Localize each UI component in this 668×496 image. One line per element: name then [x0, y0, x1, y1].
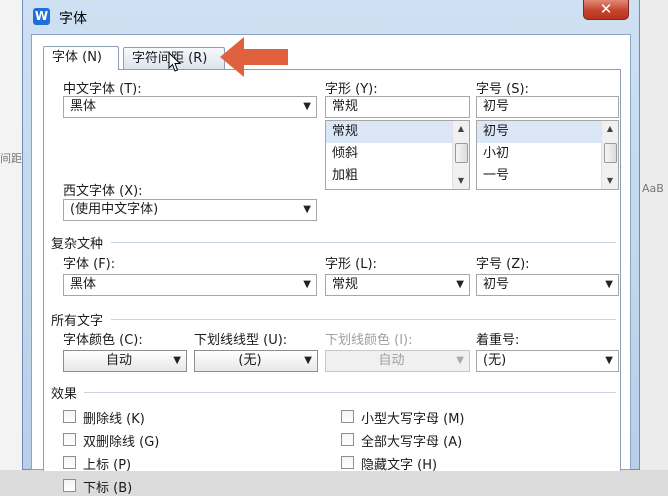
hidden-text-label[interactable]: 隐藏文字 (H) — [361, 454, 437, 473]
size-option[interactable]: 小初 — [477, 143, 618, 165]
style-list-scrollbar[interactable]: ▲ ▼ — [452, 121, 469, 189]
emphasis-mark-value: (无) — [483, 353, 507, 368]
all-caps-label[interactable]: 全部大写字母 (A) — [361, 431, 462, 450]
wps-app-icon: W — [33, 8, 50, 25]
dropdown-arrow-icon: ▼ — [303, 279, 311, 290]
underline-style-value: (无) — [238, 353, 262, 368]
west-font-value: (使用中文字体) — [70, 202, 159, 217]
font-color-label: 字体颜色 (C): — [63, 333, 143, 348]
close-button[interactable]: ✕ — [583, 0, 629, 20]
dropdown-arrow-icon: ▼ — [303, 204, 311, 215]
dialog-client: 字体 (N) 字符间距 (R) 中文字体 (T): 字形 (Y): 字号 (S)… — [31, 34, 631, 496]
size-list-scrollbar[interactable]: ▲ ▼ — [601, 121, 618, 189]
dropdown-arrow-icon: ▼ — [173, 355, 181, 366]
size-label: 字号 (S): — [476, 82, 529, 97]
underline-color-value: 自动 — [378, 353, 405, 368]
complex-font-label: 字体 (F): — [63, 257, 116, 272]
font-dialog: W 字体 ✕ 字体 (N) 字符间距 (R) 中文字体 (T): 字形 (Y):… — [22, 0, 640, 496]
background-text-right: AaB — [642, 182, 664, 195]
small-caps-checkbox[interactable] — [341, 410, 354, 423]
all-caps-checkbox[interactable] — [341, 433, 354, 446]
style-list[interactable]: 常规 倾斜 加粗 ▲ ▼ — [325, 120, 470, 190]
font-color-select[interactable]: 自动 ▼ — [63, 350, 187, 372]
underline-color-label: 下划线颜色 (I): — [325, 333, 413, 348]
small-caps-label[interactable]: 小型大写字母 (M) — [361, 408, 465, 427]
dropdown-arrow-icon: ▼ — [456, 279, 464, 290]
superscript-label[interactable]: 上标 (P) — [83, 454, 131, 473]
scroll-down-icon[interactable]: ▼ — [602, 173, 618, 189]
subscript-label[interactable]: 下标 (B) — [83, 477, 132, 496]
complex-font-value: 黑体 — [70, 277, 97, 292]
font-color-value: 自动 — [105, 353, 132, 368]
emphasis-mark-label: 着重号: — [476, 333, 520, 348]
underline-style-select[interactable]: (无) ▼ — [194, 350, 318, 372]
cn-font-label: 中文字体 (T): — [63, 82, 142, 97]
superscript-checkbox[interactable] — [63, 456, 76, 469]
size-list[interactable]: 初号 小初 一号 ▲ ▼ — [476, 120, 619, 190]
scroll-up-icon[interactable]: ▲ — [453, 121, 469, 137]
strikethrough-label[interactable]: 删除线 (K) — [83, 408, 145, 427]
scroll-down-icon[interactable]: ▼ — [453, 173, 469, 189]
style-option[interactable]: 倾斜 — [326, 143, 469, 165]
dropdown-arrow-icon: ▼ — [456, 355, 464, 366]
scroll-thumb[interactable] — [604, 143, 617, 163]
complex-style-label: 字形 (L): — [325, 257, 377, 272]
double-strikethrough-label[interactable]: 双删除线 (G) — [83, 431, 159, 450]
complex-size-select[interactable]: 初号 ▼ — [476, 274, 619, 296]
scroll-thumb[interactable] — [455, 143, 468, 163]
size-option[interactable]: 初号 — [477, 121, 618, 143]
hidden-text-checkbox[interactable] — [341, 456, 354, 469]
dropdown-arrow-icon: ▼ — [304, 355, 312, 366]
tab-font[interactable]: 字体 (N) — [43, 46, 119, 70]
effects-heading: 效果 — [51, 387, 78, 402]
separator — [84, 392, 616, 393]
all-text-heading: 所有文字 — [51, 314, 104, 329]
west-font-label: 西文字体 (X): — [63, 184, 143, 199]
size-input[interactable]: 初号 — [476, 96, 619, 118]
title-bar[interactable]: W 字体 ✕ — [23, 0, 639, 34]
underline-style-label: 下划线线型 (U): — [194, 333, 288, 348]
cn-font-value: 黑体 — [70, 99, 97, 114]
style-option[interactable]: 加粗 — [326, 165, 469, 187]
strikethrough-checkbox[interactable] — [63, 410, 76, 423]
separator — [111, 242, 616, 243]
emphasis-mark-select[interactable]: (无) ▼ — [476, 350, 619, 372]
font-tab-panel: 中文字体 (T): 字形 (Y): 字号 (S): 黑体 ▼ 常规 常规 倾斜 … — [43, 69, 621, 496]
callout-arrow-icon — [220, 37, 288, 77]
west-font-select[interactable]: (使用中文字体) ▼ — [63, 199, 317, 221]
subscript-checkbox[interactable] — [63, 479, 76, 492]
style-option[interactable]: 常规 — [326, 121, 469, 143]
double-strikethrough-checkbox[interactable] — [63, 433, 76, 446]
dropdown-arrow-icon: ▼ — [605, 355, 613, 366]
scroll-up-icon[interactable]: ▲ — [602, 121, 618, 137]
cn-font-select[interactable]: 黑体 ▼ — [63, 96, 317, 118]
style-input[interactable]: 常规 — [325, 96, 470, 118]
style-label: 字形 (Y): — [325, 82, 378, 97]
complex-style-value: 常规 — [332, 277, 359, 292]
dropdown-arrow-icon: ▼ — [303, 101, 311, 112]
dropdown-arrow-icon: ▼ — [605, 279, 613, 290]
background-text-left: 间距 — [0, 152, 22, 165]
size-option[interactable]: 一号 — [477, 165, 618, 187]
complex-style-select[interactable]: 常规 ▼ — [325, 274, 470, 296]
background-left — [0, 0, 22, 470]
complex-size-label: 字号 (Z): — [476, 257, 530, 272]
dialog-title: 字体 — [59, 11, 87, 27]
complex-script-heading: 复杂文种 — [51, 237, 104, 252]
underline-color-select: 自动 ▼ — [325, 350, 470, 372]
mouse-pointer-icon — [168, 52, 182, 72]
separator — [111, 319, 616, 320]
complex-font-select[interactable]: 黑体 ▼ — [63, 274, 317, 296]
complex-size-value: 初号 — [483, 277, 510, 292]
